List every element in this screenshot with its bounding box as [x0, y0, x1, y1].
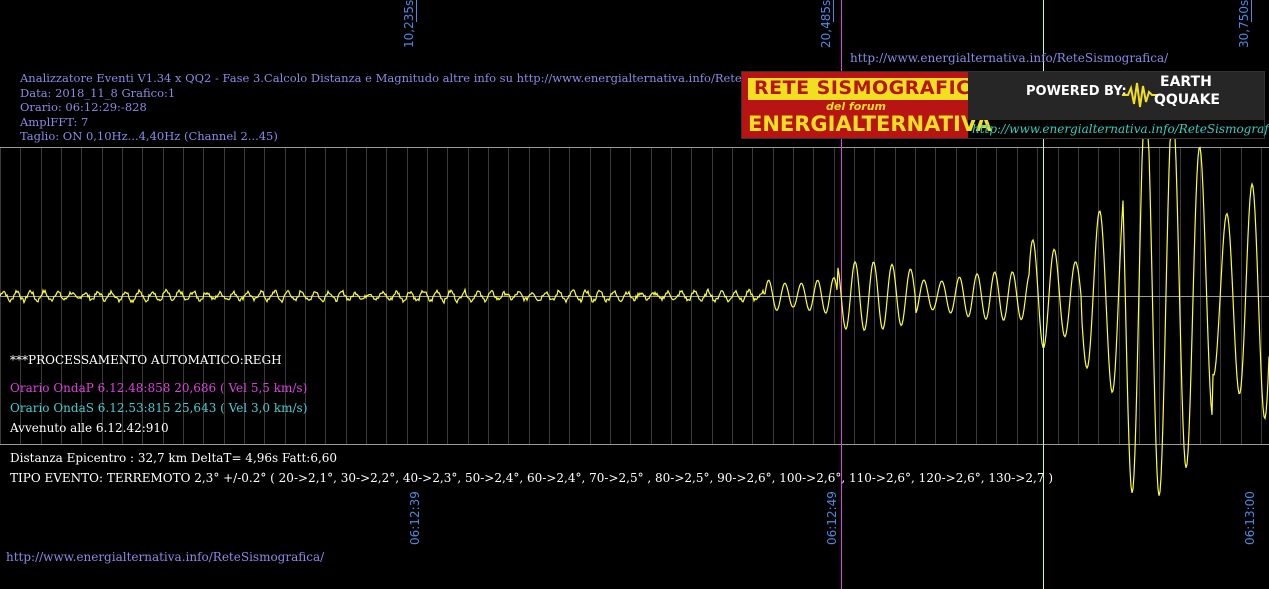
onda-p-label: Orario OndaP 6.12.48:858 20,686 ( Vel 5,…	[10, 381, 308, 395]
logo-brand-bottom: QQUAKE	[1154, 92, 1220, 108]
url-top-link[interactable]: http://www.energialternativa.info/ReteSi…	[850, 51, 1168, 65]
url-bottom-link[interactable]: http://www.energialternativa.info/ReteSi…	[6, 550, 324, 564]
event-type-label: TIPO EVENTO: TERREMOTO 2,3° +/-0.2° ( 20…	[10, 471, 1053, 485]
info-time: Orario: 06:12:29:-828	[20, 100, 147, 114]
bottom-tick-label: 06:13:00	[1243, 491, 1257, 545]
logo-line1: RETE SISMOGRAFICA	[754, 77, 986, 99]
rete-sismografica-logo: RETE SISMOGRAFICA del forum ENERGIALTERN…	[741, 71, 1269, 139]
logo-line3: ENERGIALTERNATIVA	[748, 112, 992, 136]
avvenuto-label: Avvenuto alle 6.12.42:910	[10, 421, 169, 435]
top-tick-label: 10,235s	[402, 0, 416, 48]
processing-label: ***PROCESSAMENTO AUTOMATICO:REGH	[10, 353, 282, 367]
bottom-tick-label: 06:12:49	[825, 491, 839, 545]
top-tick-label: 20,485s	[819, 0, 833, 48]
logo-brand-top: EARTH	[1160, 74, 1212, 90]
info-ampl: AmplFFT: 7	[20, 114, 89, 129]
info-header: Analizzatore Eventi V1.34 x QQ2 - Fase 3…	[20, 71, 822, 144]
distance-label: Distanza Epicentro : 32,7 km DeltaT= 4,9…	[10, 451, 338, 465]
info-filter: Taglio: ON 0,10Hz...4,40Hz (Channel 2...…	[20, 129, 278, 143]
info-date: Data: 2018_11_8 Grafico:1	[20, 85, 176, 100]
onda-s-label: Orario OndaS 6.12.53:815 25,643 ( Vel 3,…	[10, 401, 308, 415]
logo-powered-by: POWERED BY:	[1026, 84, 1127, 99]
info-title: Analizzatore Eventi V1.34 x QQ2 - Fase 3…	[20, 71, 822, 85]
logo-url-link[interactable]: http://www.energialternativa.info/ReteSi…	[972, 122, 1269, 136]
seismograph-wave-icon	[1122, 82, 1158, 108]
bottom-tick-label: 06:12:39	[408, 491, 422, 545]
top-tick-label: 30,750s	[1237, 0, 1251, 48]
